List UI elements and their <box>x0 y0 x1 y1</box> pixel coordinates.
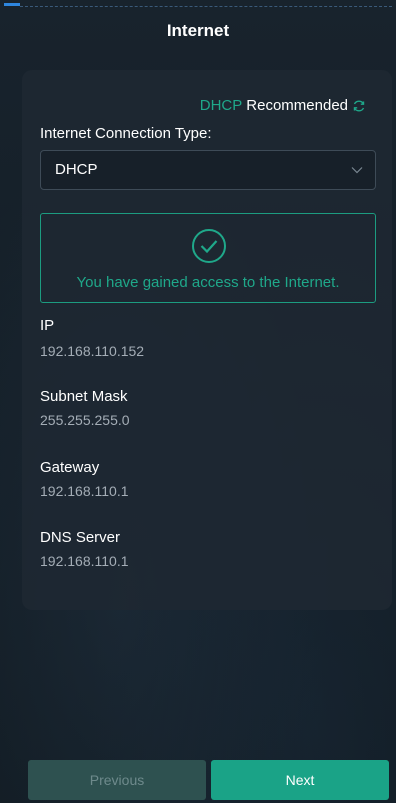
dns-server-value: 192.168.110.1 <box>40 553 129 569</box>
refresh-icon[interactable] <box>352 99 366 113</box>
progress-dash-line <box>20 6 392 7</box>
chevron-down-icon <box>351 151 363 189</box>
recommended-type: DHCP <box>199 97 243 114</box>
connection-type-label: Internet Connection Type: <box>40 125 212 142</box>
gateway-label: Gateway <box>40 459 100 476</box>
footer-buttons: Previous Next <box>0 760 396 800</box>
internet-status-box: You have gained access to the Internet. <box>40 213 376 303</box>
status-message: You have gained access to the Internet. <box>76 274 340 291</box>
progress-accent <box>4 3 20 6</box>
connection-type-select[interactable]: DHCP <box>40 150 376 190</box>
recommended-label: Recommended <box>246 97 348 114</box>
subnet-mask-value: 255.255.255.0 <box>40 412 130 428</box>
ip-label: IP <box>40 317 55 334</box>
page-title: Internet <box>166 21 230 40</box>
gateway-value: 192.168.110.1 <box>40 483 129 499</box>
recommendation-row: DHCP Recommended <box>200 97 366 114</box>
dns-server-label: DNS Server <box>40 529 121 546</box>
next-button[interactable]: Next <box>211 760 389 800</box>
connection-type-value: DHCP <box>55 161 98 178</box>
check-circle-icon <box>187 224 231 273</box>
ip-value: 192.168.110.152 <box>40 343 145 359</box>
previous-button[interactable]: Previous <box>28 760 206 800</box>
subnet-mask-label: Subnet Mask <box>40 388 128 405</box>
internet-setup-screen: Internet DHCP Recommended Internet Conne… <box>0 0 396 803</box>
progress-indicator <box>0 0 396 7</box>
